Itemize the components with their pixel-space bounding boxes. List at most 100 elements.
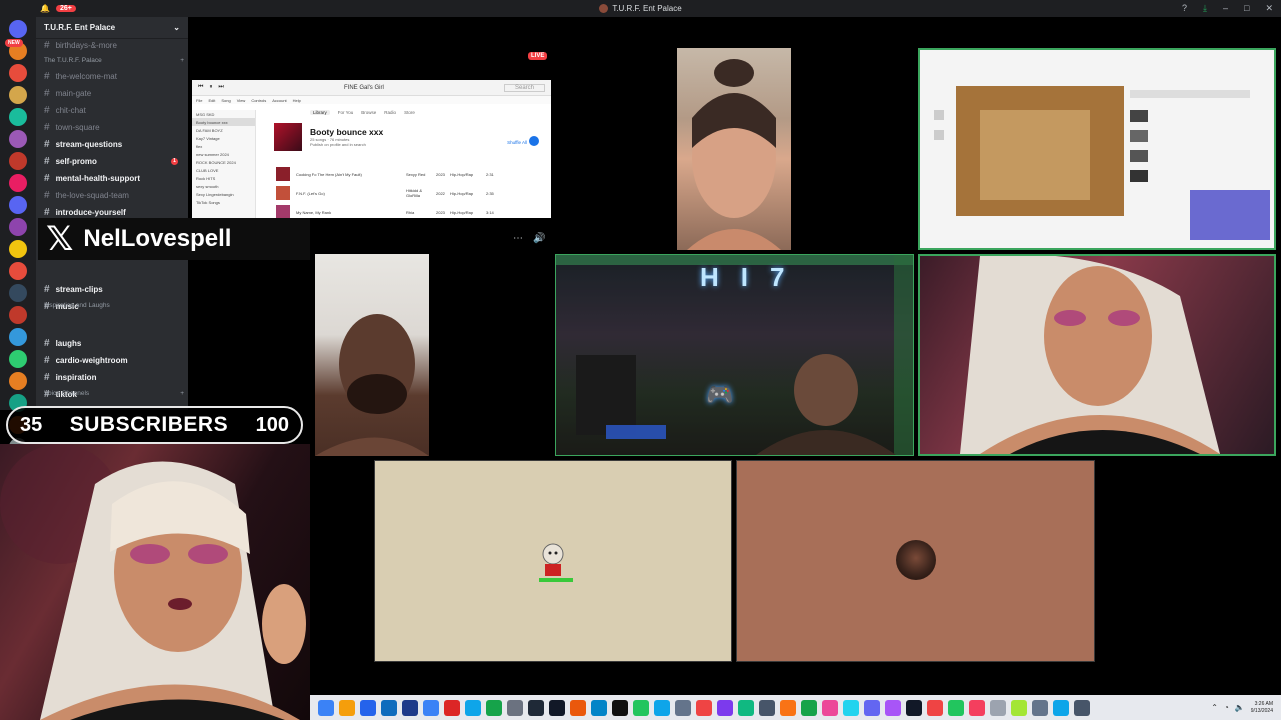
chevron-up-icon[interactable]: ⌃ bbox=[1211, 703, 1218, 712]
playlist-nav-item[interactable]: new summer 2024 bbox=[192, 150, 255, 158]
playlist-nav-item[interactable]: Booty bounce xxx bbox=[192, 118, 255, 126]
taskbar-app-icon[interactable] bbox=[423, 699, 439, 716]
library-tab[interactable]: Store bbox=[404, 110, 415, 115]
taskbar-app-icon[interactable] bbox=[675, 699, 691, 716]
taskbar-app-icon[interactable] bbox=[906, 699, 922, 716]
close-button[interactable]: ✕ bbox=[1265, 3, 1273, 14]
taskbar-app-icon[interactable] bbox=[1053, 699, 1069, 716]
plus-icon[interactable]: + bbox=[180, 390, 184, 397]
server-icon[interactable] bbox=[9, 306, 27, 324]
pause-icon[interactable]: ⏸ bbox=[209, 84, 212, 91]
taskbar-app-icon[interactable] bbox=[1032, 699, 1048, 716]
taskbar-app-icon[interactable] bbox=[528, 699, 544, 716]
more-circle-icon[interactable] bbox=[529, 136, 539, 146]
menu-item[interactable]: Account bbox=[272, 98, 286, 103]
server-icon[interactable] bbox=[9, 86, 27, 104]
taskbar-app-icon[interactable] bbox=[402, 699, 418, 716]
server-icon[interactable] bbox=[9, 152, 27, 170]
channel-item[interactable]: # inspiration bbox=[44, 369, 184, 385]
video-tile[interactable] bbox=[677, 48, 791, 250]
menu-item[interactable]: Controls bbox=[251, 98, 266, 103]
taskbar-app-icon[interactable] bbox=[507, 699, 523, 716]
server-icon[interactable] bbox=[9, 262, 27, 280]
library-tab[interactable]: Library bbox=[310, 110, 330, 115]
channel-item[interactable]: # cardio-weightroom bbox=[44, 352, 184, 368]
plus-icon[interactable]: + bbox=[180, 57, 184, 64]
wifi-icon[interactable]: ◔ bbox=[1224, 703, 1229, 712]
menu-item[interactable]: Edit bbox=[208, 98, 215, 103]
playlist-nav-item[interactable]: CLUB LOVE bbox=[192, 166, 255, 174]
track-row[interactable]: My Name, My Rank Rhia 2023 Hip-Hop/Rap 3:14 bbox=[276, 204, 538, 218]
taskbar-app-icon[interactable] bbox=[633, 699, 649, 716]
maximize-button[interactable]: □ bbox=[1244, 3, 1249, 14]
playlist-nav-item[interactable]: flex bbox=[192, 142, 255, 150]
channel-item[interactable]: # the-welcome-mat bbox=[44, 68, 184, 84]
channel-item[interactable]: # stream-clips bbox=[44, 281, 184, 297]
server-icon[interactable] bbox=[9, 64, 27, 82]
server-icon[interactable] bbox=[9, 174, 27, 192]
taskbar-app-icon[interactable] bbox=[612, 699, 628, 716]
taskbar-app-icon[interactable] bbox=[990, 699, 1006, 716]
playlist-profile-toggle[interactable]: Publish on profile and in search bbox=[310, 142, 383, 147]
library-tab[interactable]: Browse bbox=[361, 110, 376, 115]
playlist-nav-item[interactable]: Kay7 Vintage bbox=[192, 134, 255, 142]
channel-item[interactable]: # mental-health-support bbox=[44, 170, 184, 186]
more-icon[interactable]: ⋯ bbox=[513, 233, 523, 244]
taskbar-app-icon[interactable] bbox=[780, 699, 796, 716]
library-tab[interactable]: Radio bbox=[384, 110, 396, 115]
category-header[interactable]: The T.U.R.F. Palace + bbox=[44, 57, 184, 64]
help-icon[interactable]: ? bbox=[1182, 3, 1187, 14]
server-icon[interactable] bbox=[9, 284, 27, 302]
server-icon[interactable] bbox=[9, 328, 27, 346]
channel-item[interactable]: # the-love-squad-team bbox=[44, 187, 184, 203]
video-tile[interactable] bbox=[918, 254, 1276, 456]
video-tile[interactable] bbox=[315, 254, 429, 456]
search-input[interactable]: Search bbox=[503, 83, 545, 92]
taskbar-app-icon[interactable] bbox=[927, 699, 943, 716]
channel-item[interactable]: # laughs bbox=[44, 335, 184, 351]
taskbar-app-icon[interactable] bbox=[843, 699, 859, 716]
taskbar-app-icon[interactable] bbox=[1011, 699, 1027, 716]
category-header[interactable]: Inspiration and Laughs bbox=[44, 302, 184, 309]
volume-icon[interactable]: 🔈 bbox=[1235, 703, 1245, 712]
server-icon[interactable] bbox=[9, 196, 27, 214]
taskbar-app-icon[interactable] bbox=[591, 699, 607, 716]
taskbar-app-icon[interactable] bbox=[360, 699, 376, 716]
channel-item[interactable]: # chit-chat bbox=[44, 102, 184, 118]
channel-item[interactable]: # main-gate bbox=[44, 85, 184, 101]
server-icon[interactable] bbox=[9, 130, 27, 148]
server-icon[interactable] bbox=[9, 372, 27, 390]
taskbar-app-icon[interactable] bbox=[318, 699, 334, 716]
rewind-icon[interactable]: ⏮ bbox=[198, 84, 203, 91]
taskbar-app-icon[interactable] bbox=[738, 699, 754, 716]
channel-item[interactable]: # town-square bbox=[44, 119, 184, 135]
playlist-nav-item[interactable]: Sexy Lingerdebangin bbox=[192, 190, 255, 198]
taskbar-app-icon[interactable] bbox=[864, 699, 880, 716]
playlist-nav-item[interactable]: TikTok Songs bbox=[192, 198, 255, 206]
taskbar-app-icon[interactable] bbox=[1074, 699, 1090, 716]
bell-icon[interactable]: 🔔 bbox=[40, 4, 50, 13]
playlist-nav-item[interactable]: DA FAM BOYZ bbox=[192, 126, 255, 134]
menu-item[interactable]: Song bbox=[221, 98, 230, 103]
server-header[interactable]: T.U.R.F. Ent Palace ⌄ bbox=[36, 17, 188, 39]
server-icon[interactable] bbox=[9, 108, 27, 126]
server-icon[interactable] bbox=[9, 218, 27, 236]
taskbar-app-icon[interactable] bbox=[549, 699, 565, 716]
taskbar-app-icon[interactable] bbox=[465, 699, 481, 716]
shuffle-button[interactable]: Shuffle All bbox=[507, 140, 527, 145]
clock[interactable]: 3:26 AM 9/13/2024 bbox=[1251, 701, 1273, 715]
menu-item[interactable]: View bbox=[237, 98, 246, 103]
taskbar-app-icon[interactable] bbox=[339, 699, 355, 716]
playlist-nav-item[interactable]: ROCK BOUNCE 2024 bbox=[192, 158, 255, 166]
taskbar-app-icon[interactable] bbox=[759, 699, 775, 716]
playlist-nav-item[interactable]: MSG SKD bbox=[192, 110, 255, 118]
taskbar-app-icon[interactable] bbox=[969, 699, 985, 716]
server-icon[interactable] bbox=[9, 350, 27, 368]
taskbar-app-icon[interactable] bbox=[381, 699, 397, 716]
playlist-nav-item[interactable]: Rock HITS bbox=[192, 174, 255, 182]
forward-icon[interactable]: ⏭ bbox=[218, 84, 223, 91]
volume-icon[interactable]: 🔊 bbox=[533, 233, 545, 244]
category-header[interactable]: Voice Channels + bbox=[44, 390, 184, 397]
taskbar-app-icon[interactable] bbox=[654, 699, 670, 716]
minimize-button[interactable]: – bbox=[1223, 3, 1228, 14]
